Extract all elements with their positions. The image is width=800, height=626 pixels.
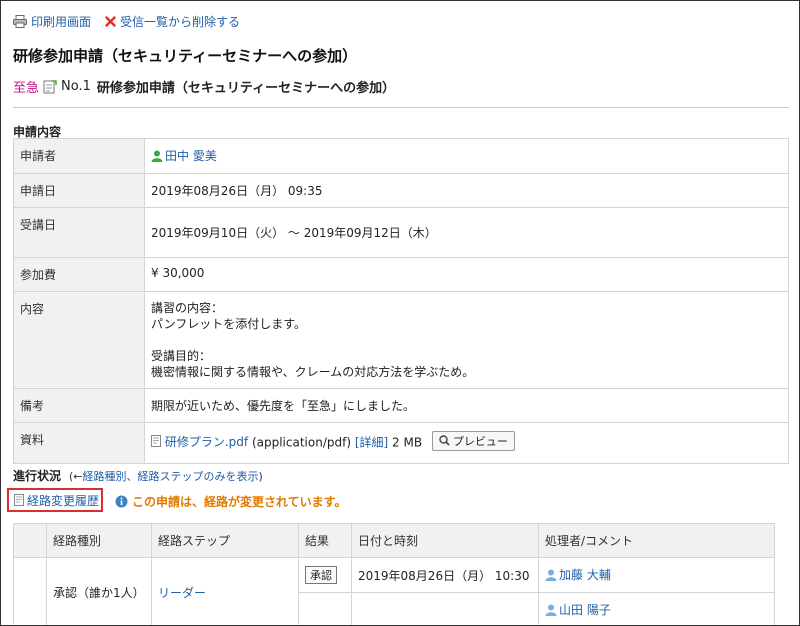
handler-link[interactable]: 山田 陽子 <box>545 601 611 618</box>
route-datetime-empty <box>351 592 539 625</box>
detail-value: 2019年09月10日（火） 〜 2019年09月12日（木） <box>144 206 789 258</box>
delete-x-icon <box>105 16 116 27</box>
handler-link[interactable]: 加藤 大輔 <box>545 566 611 583</box>
print-view-link[interactable]: 印刷用画面 <box>13 13 91 30</box>
route-changed-notice: この申請は、経路が変更されています。 <box>115 493 346 510</box>
header-spacer <box>13 523 47 558</box>
detail-row-course-date: 受講日 2019年09月10日（火） 〜 2019年09月12日（木） <box>13 206 789 258</box>
print-view-label: 印刷用画面 <box>31 15 92 29</box>
detail-row-attachment: 資料 研修プラン.pdf (application/pdf) [詳細] 2 MB… <box>13 421 789 464</box>
table-row: 承認（誰か1人） リーダー 承認 2019年08月26日（月） 10:30 加藤… <box>13 557 775 625</box>
detail-value: 講習の内容： パンフレットを添付します。 受講目的： 機密情報に関する情報や、ク… <box>144 290 789 389</box>
request-subheading: 至急 No.1 研修参加申請（セキュリティーセミナーへの参加） <box>13 77 395 96</box>
detail-label: 受講日 <box>13 206 145 258</box>
detail-row-content: 内容 講習の内容： パンフレットを添付します。 受講目的： 機密情報に関する情報… <box>13 290 789 389</box>
header-route-step: 経路ステップ <box>151 523 299 558</box>
progress-toggle-prefix: (← <box>69 470 83 483</box>
route-result-empty <box>298 592 352 625</box>
route-changed-message: この申請は、経路が変更されています。 <box>132 495 347 509</box>
attachment-file-type: (application/pdf) <box>251 435 351 449</box>
route-step-link[interactable]: リーダー <box>151 557 299 625</box>
magnifier-icon <box>439 435 450 446</box>
delete-from-inbox-label: 受信一覧から削除する <box>120 15 241 29</box>
user-icon <box>151 150 163 162</box>
applicant-link[interactable]: 田中 愛美 <box>151 147 217 164</box>
divider <box>13 107 789 108</box>
detail-row-fee: 参加費 ¥ 30,000 <box>13 256 789 292</box>
route-change-history-label: 経路変更履歴 <box>27 493 100 508</box>
request-number: No.1 <box>61 79 91 94</box>
document-icon <box>151 435 161 447</box>
header-handler-comment: 処理者/コメント <box>538 523 775 558</box>
content-line: 講習の内容： <box>151 300 224 315</box>
row-spacer <box>13 557 47 625</box>
form-memo-icon <box>43 79 57 93</box>
detail-row-applicant: 申請者 田中 愛美 <box>13 138 789 174</box>
preview-button[interactable]: プレビュー <box>431 430 515 451</box>
progress-toggle-suffix: ) <box>258 470 263 483</box>
request-title: 研修参加申請（セキュリティーセミナーへの参加） <box>96 81 396 96</box>
header-result: 結果 <box>298 523 352 558</box>
delete-from-inbox-link[interactable]: 受信一覧から削除する <box>105 13 240 30</box>
attachment-file-link[interactable]: 研修プラン.pdf <box>151 435 252 449</box>
toolbar: 印刷用画面 受信一覧から削除する <box>13 13 240 30</box>
detail-label: 資料 <box>13 421 145 464</box>
progress-heading: 進行状況 (←経路種別、経路ステップのみを表示) <box>13 467 263 484</box>
route-type: 承認（誰か1人） <box>46 557 152 625</box>
content-line-blank <box>151 332 782 348</box>
detail-value: ¥ 30,000 <box>144 256 789 292</box>
detail-value: 2019年08月26日（月） 09:35 <box>144 172 789 208</box>
user-icon <box>545 604 557 616</box>
detail-label: 内容 <box>13 290 145 389</box>
request-detail-table: 申請者 田中 愛美 申請日 2019年08月26日（月） 09:35 受講日 2… <box>13 138 789 464</box>
route-table: 経路種別 経路ステップ 結果 日付と時刻 処理者/コメント 承認（誰か1人） リ… <box>13 523 775 625</box>
route-table-header: 経路種別 経路ステップ 結果 日付と時刻 処理者/コメント <box>13 523 775 558</box>
printer-icon <box>13 15 27 28</box>
detail-label: 申請日 <box>13 172 145 208</box>
progress-toggle-link[interactable]: 経路種別、経路ステップのみを表示 <box>83 470 259 483</box>
detail-label: 参加費 <box>13 256 145 292</box>
detail-row-date: 申請日 2019年08月26日（月） 09:35 <box>13 172 789 208</box>
content-line: パンフレットを添付します。 <box>151 316 307 331</box>
route-change-history-link[interactable]: 経路変更履歴 <box>7 488 103 512</box>
document-icon <box>14 494 24 506</box>
attachment-size: 2 MB <box>392 435 423 449</box>
header-route-type: 経路種別 <box>46 523 152 558</box>
detail-value: 期限が近いため、優先度を「至急」にしました。 <box>144 387 789 423</box>
priority-label: 至急 <box>13 81 40 96</box>
attachment-detail-link[interactable]: [詳細] <box>355 435 388 449</box>
preview-label: プレビュー <box>452 434 508 448</box>
content-line: 受講目的： <box>151 348 212 363</box>
detail-label: 備考 <box>13 387 145 423</box>
attachment-file-name: 研修プラン.pdf <box>164 435 249 449</box>
applicant-name: 田中 愛美 <box>165 149 217 163</box>
user-icon <box>545 569 557 581</box>
result-stamp: 承認 <box>305 566 337 584</box>
handler-name: 山田 陽子 <box>559 603 611 617</box>
header-datetime: 日付と時刻 <box>351 523 539 558</box>
content-line: 機密情報に関する情報や、クレームの対応方法を学ぶため。 <box>151 364 475 379</box>
handler-name: 加藤 大輔 <box>559 568 611 583</box>
page-frame: 印刷用画面 受信一覧から削除する 研修参加申請（セキュリティーセミナーへの参加）… <box>0 0 800 626</box>
info-icon <box>115 495 128 508</box>
detail-label: 申請者 <box>13 138 145 174</box>
detail-row-remarks: 備考 期限が近いため、優先度を「至急」にしました。 <box>13 387 789 423</box>
page-title: 研修参加申請（セキュリティーセミナーへの参加） <box>13 47 358 65</box>
progress-label: 進行状況 <box>13 469 62 483</box>
route-datetime: 2019年08月26日（月） 10:30 <box>351 557 539 593</box>
